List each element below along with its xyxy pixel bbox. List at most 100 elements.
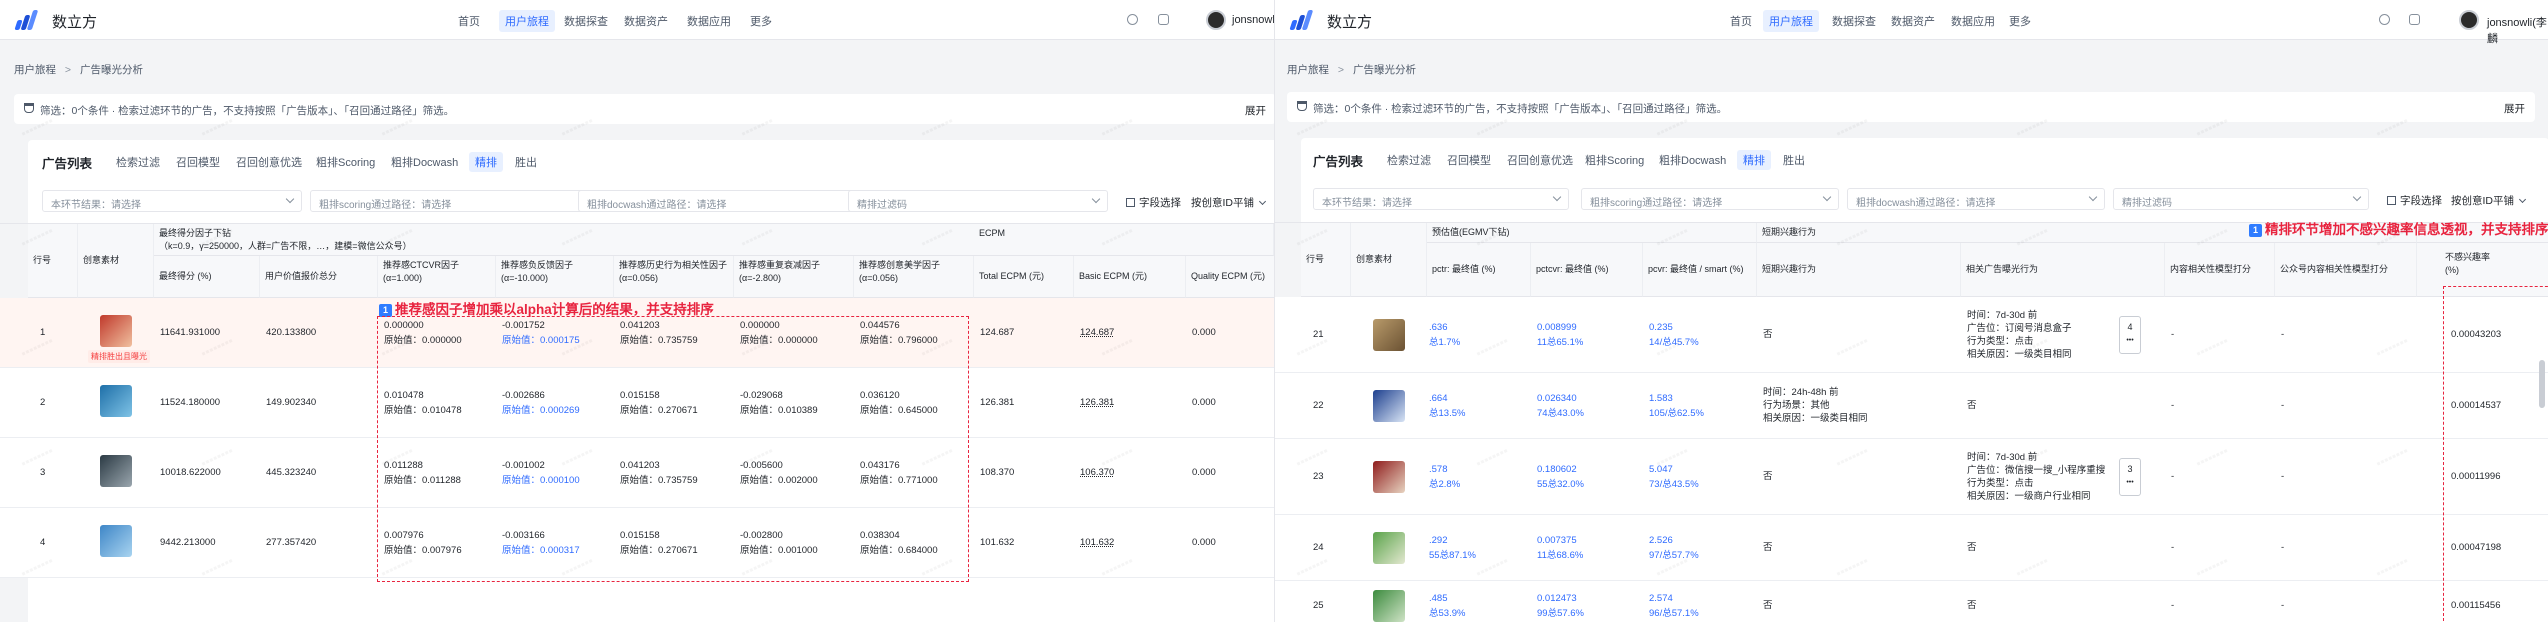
tab-coarse-docwash[interactable]: 粗排Docwash bbox=[391, 154, 458, 170]
col-content-score[interactable]: 内容相关性模型打分 bbox=[2165, 243, 2275, 297]
app-logo-icon[interactable] bbox=[14, 10, 44, 30]
app-name[interactable]: 数立方 bbox=[52, 11, 97, 32]
username[interactable]: jonsnowli bbox=[1232, 14, 1274, 26]
scoring-path-select[interactable]: 粗排scoring通过路径：请选择 bbox=[1581, 188, 1839, 210]
col-final-score[interactable]: 最终得分 (%) bbox=[154, 256, 260, 298]
creative-thumbnail[interactable] bbox=[1373, 461, 1405, 493]
col-aesthetic-factor[interactable]: 推荐感创意美学因子 (α=0.056) bbox=[854, 256, 974, 298]
col-row-no[interactable]: 行号 bbox=[1301, 223, 1351, 297]
avatar[interactable] bbox=[1206, 10, 1226, 30]
creative-thumbnail[interactable] bbox=[100, 525, 132, 557]
nav-data-apps[interactable]: 数据应用 bbox=[1947, 13, 1999, 29]
expand-button[interactable]: 展开 bbox=[2504, 101, 2525, 116]
creative-thumbnail[interactable] bbox=[100, 455, 132, 487]
col-row-no[interactable]: 行号 bbox=[28, 224, 78, 298]
tab-coarse-scoring[interactable]: 粗排Scoring bbox=[1585, 152, 1644, 168]
tab-winner[interactable]: 胜出 bbox=[1783, 152, 1805, 168]
creative-thumbnail[interactable] bbox=[1373, 390, 1405, 422]
app-name[interactable]: 数立方 bbox=[1327, 11, 1372, 32]
table-row[interactable]: 23 .578 总2.8% 0.180602 55总32.0% 5.047 73/总43.5… bbox=[1275, 439, 2548, 515]
nav-home[interactable]: 首页 bbox=[1726, 13, 1756, 29]
app-logo-icon[interactable] bbox=[1289, 10, 1319, 30]
tab-ad-list[interactable]: 广告列表 bbox=[42, 153, 92, 172]
tab-recall-creative[interactable]: 召回创意优选 bbox=[1507, 152, 1573, 168]
scoring-path-select[interactable]: 粗排scoring通过路径：请选择 bbox=[310, 190, 600, 212]
more-icon[interactable]: ••• bbox=[2120, 476, 2140, 490]
col-basic-ecpm[interactable]: Basic ECPM (元) bbox=[1074, 256, 1186, 298]
related-count-stepper[interactable]: 4 ••• bbox=[2119, 316, 2141, 354]
col-negative-feedback-factor[interactable]: 推荐感负反馈因子 (α=-10.000) bbox=[496, 256, 614, 298]
col-related-ad[interactable]: 相关广告曝光行为 bbox=[1961, 243, 2165, 297]
tab-retrieval-filter[interactable]: 检索过滤 bbox=[116, 154, 160, 170]
nav-user-journey[interactable]: 用户旅程 bbox=[1763, 10, 1819, 32]
col-pctr[interactable]: pctr: 最终值 (%) bbox=[1427, 243, 1531, 297]
expand-button[interactable]: 展开 bbox=[1245, 103, 1266, 118]
table-row[interactable]: 25 .485 总53.9% 0.012473 99总57.6% 2.574 96/总57.… bbox=[1275, 581, 2548, 622]
docwash-path-select[interactable]: 粗排docwash通过路径：请选择 bbox=[578, 190, 868, 212]
tile-mode-select[interactable]: 按创意ID平铺 bbox=[1191, 195, 1266, 210]
creative-thumbnail[interactable] bbox=[1373, 532, 1405, 564]
creative-thumbnail[interactable] bbox=[1373, 319, 1405, 351]
shield-icon[interactable] bbox=[1127, 14, 1138, 25]
nav-data-apps[interactable]: 数据应用 bbox=[683, 13, 735, 29]
col-user-price[interactable]: 用户价值报价总分 bbox=[260, 256, 378, 298]
ranking-filter-select[interactable]: 精排过滤码 bbox=[2113, 188, 2369, 210]
tile-mode-select[interactable]: 按创意ID平铺 bbox=[2451, 193, 2526, 208]
col-total-ecpm[interactable]: Total ECPM (元) bbox=[974, 256, 1074, 298]
document-icon[interactable] bbox=[2409, 14, 2420, 25]
field-select-button[interactable]: 字段选择 bbox=[1126, 195, 1181, 210]
more-icon[interactable]: ••• bbox=[2120, 334, 2140, 348]
table-row[interactable]: 22 .664 总13.5% 0.026340 74总43.0% 1.583 105/总62… bbox=[1275, 373, 2548, 439]
nav-user-journey[interactable]: 用户旅程 bbox=[499, 10, 555, 32]
basic-ecpm[interactable]: 101.632 bbox=[1080, 536, 1114, 549]
nav-data-assets[interactable]: 数据资产 bbox=[1887, 13, 1939, 29]
tab-fine-ranking[interactable]: 精排 bbox=[1737, 150, 1771, 170]
tab-coarse-docwash[interactable]: 粗排Docwash bbox=[1659, 152, 1726, 168]
username[interactable]: jonsnowli(李麟 bbox=[2487, 14, 2548, 46]
docwash-path-select[interactable]: 粗排docwash通过路径：请选择 bbox=[1847, 188, 2105, 210]
stage-result-select[interactable]: 本环节结果：请选择 bbox=[42, 190, 302, 212]
table-row[interactable]: 21 .636 总1.7% 0.008999 11总65.1% 0.235 14/总45.7… bbox=[1275, 297, 2548, 373]
col-gzh-score[interactable]: 公众号内容相关性模型打分 bbox=[2275, 243, 2417, 297]
col-short-behavior[interactable]: 短期兴趣行为 bbox=[1757, 243, 1961, 297]
tab-recall-model[interactable]: 召回模型 bbox=[1447, 152, 1491, 168]
related-count-stepper[interactable]: 3 ••• bbox=[2119, 458, 2141, 496]
tab-winner[interactable]: 胜出 bbox=[515, 154, 537, 170]
document-icon[interactable] bbox=[1158, 14, 1169, 25]
tab-coarse-scoring[interactable]: 粗排Scoring bbox=[316, 154, 375, 170]
tab-ad-list[interactable]: 广告列表 bbox=[1313, 151, 1363, 170]
breadcrumb-root[interactable]: 用户旅程 bbox=[14, 64, 56, 76]
shield-icon[interactable] bbox=[2379, 14, 2390, 25]
table-scrollbar[interactable] bbox=[2539, 360, 2545, 408]
col-ctcvr-factor[interactable]: 推荐感CTCVR因子 (α=1.000) bbox=[378, 256, 496, 298]
col-quality-ecpm[interactable]: Quality ECPM (元) bbox=[1186, 256, 1274, 298]
col-creative[interactable]: 创意素材 bbox=[1351, 223, 1427, 297]
table-row[interactable]: 24 .292 55总87.1% 0.007375 11总68.6% 2.526 97/总5… bbox=[1275, 515, 2548, 581]
tab-retrieval-filter[interactable]: 检索过滤 bbox=[1387, 152, 1431, 168]
nav-more[interactable]: 更多 bbox=[746, 13, 776, 29]
nav-data-assets[interactable]: 数据资产 bbox=[620, 13, 672, 29]
col-history-relevance-factor[interactable]: 推荐感历史行为相关性因子 (α=0.056) bbox=[614, 256, 734, 298]
tab-fine-ranking[interactable]: 精排 bbox=[469, 152, 503, 172]
tab-recall-model[interactable]: 召回模型 bbox=[176, 154, 220, 170]
nav-home[interactable]: 首页 bbox=[454, 13, 484, 29]
col-pctcvr[interactable]: pctcvr: 最终值 (%) bbox=[1531, 243, 1643, 297]
creative-thumbnail[interactable] bbox=[1373, 590, 1405, 622]
creative-thumbnail[interactable] bbox=[100, 385, 132, 417]
stage-result-select[interactable]: 本环节结果：请选择 bbox=[1313, 188, 1569, 210]
nav-data-explore[interactable]: 数据探查 bbox=[1828, 13, 1880, 29]
avatar[interactable] bbox=[2459, 10, 2479, 30]
creative-thumbnail[interactable] bbox=[100, 315, 132, 347]
col-pcvr[interactable]: pcvr: 最终值 / smart (%) bbox=[1643, 243, 1757, 297]
field-select-button[interactable]: 字段选择 bbox=[2387, 193, 2442, 208]
tab-recall-creative[interactable]: 召回创意优选 bbox=[236, 154, 302, 170]
ranking-filter-select[interactable]: 精排过滤码 bbox=[848, 190, 1108, 212]
basic-ecpm[interactable]: 106.370 bbox=[1080, 466, 1114, 479]
basic-ecpm[interactable]: 124.687 bbox=[1080, 326, 1114, 339]
nav-data-explore[interactable]: 数据探查 bbox=[560, 13, 612, 29]
basic-ecpm[interactable]: 126.381 bbox=[1080, 396, 1114, 409]
col-creative[interactable]: 创意素材 bbox=[78, 224, 154, 298]
nav-more[interactable]: 更多 bbox=[2005, 13, 2035, 29]
col-repeat-decay-factor[interactable]: 推荐感重复衰减因子 (α=-2.800) bbox=[734, 256, 854, 298]
breadcrumb-root[interactable]: 用户旅程 bbox=[1287, 64, 1329, 76]
